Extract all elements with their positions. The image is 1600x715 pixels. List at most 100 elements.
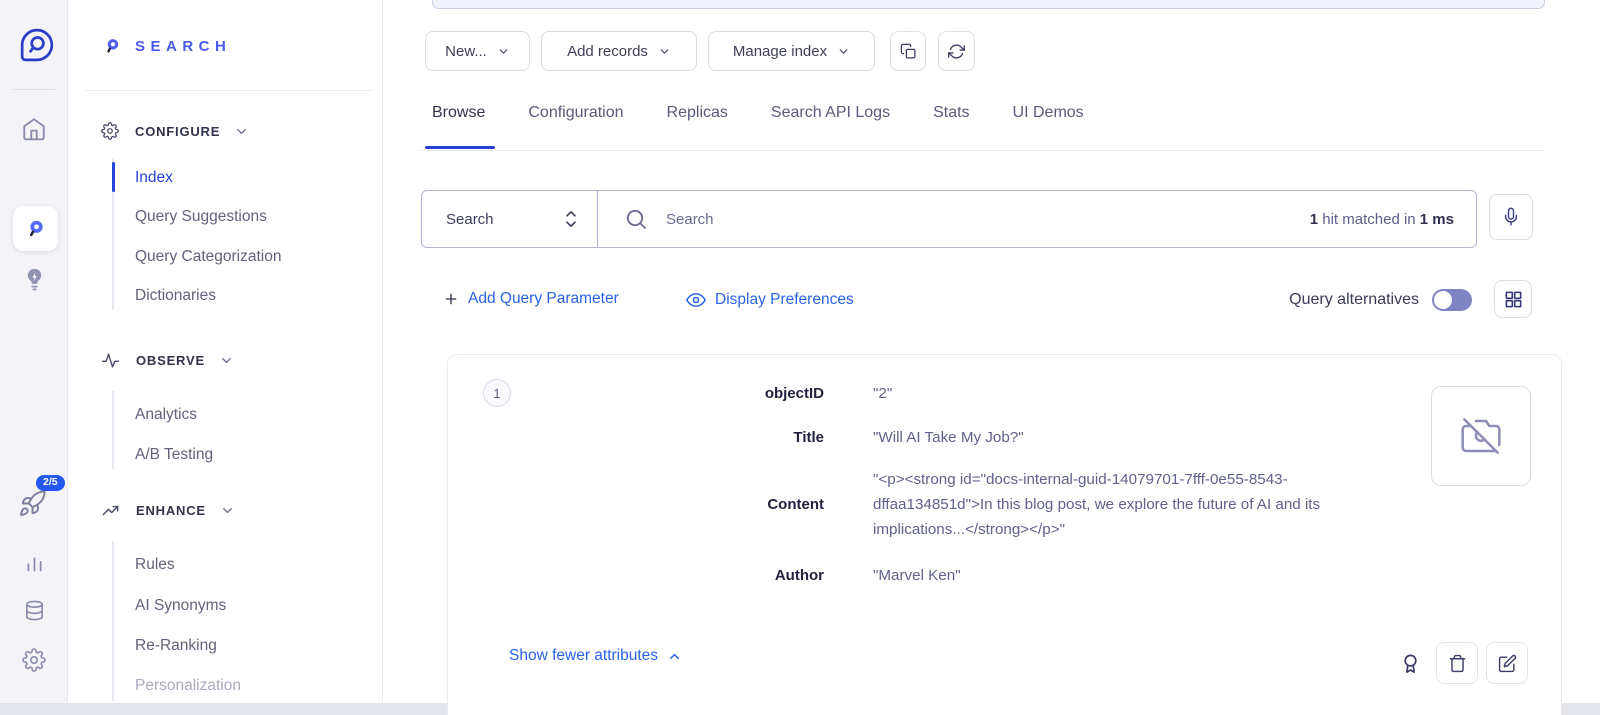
attribute-row: objectID "2": [448, 381, 1396, 406]
eye-icon: [686, 290, 706, 310]
rail-divider: [13, 89, 55, 90]
section-configure[interactable]: CONFIGURE: [101, 120, 249, 142]
tab-browse[interactable]: Browse: [432, 104, 485, 122]
icon-rail: 2/5: [0, 0, 68, 715]
attribute-key: Title: [448, 425, 824, 450]
enhance-icon: [101, 501, 120, 520]
query-alternatives-toggle[interactable]: [1432, 289, 1472, 311]
sidebar-item-query-categorization[interactable]: Query Categorization: [135, 245, 281, 269]
select-chevrons-icon: [563, 209, 579, 229]
manage-index-label: Manage index: [733, 43, 827, 60]
hits-count: 1: [1310, 211, 1318, 228]
data-icon[interactable]: [23, 598, 46, 623]
sidebar-item-ai-synonyms[interactable]: AI Synonyms: [135, 594, 226, 618]
grid-icon: [1504, 290, 1523, 309]
manage-index-button[interactable]: Manage index: [708, 31, 875, 71]
new-button[interactable]: New...: [425, 31, 530, 71]
tabs-divider: [421, 150, 1545, 151]
hits-stat: 1 hit matched in 1 ms: [1310, 211, 1454, 228]
delete-record-button[interactable]: [1436, 642, 1478, 684]
attribute-row: Content "<p><strong id="docs-internal-gu…: [448, 467, 1396, 542]
home-icon[interactable]: [21, 116, 47, 142]
hits-time: 1 ms: [1420, 211, 1454, 228]
copy-button[interactable]: [890, 31, 926, 71]
scope-label: Search: [446, 211, 563, 228]
trash-icon: [1448, 654, 1467, 673]
record-actions: [1399, 642, 1528, 684]
edit-icon: [1498, 654, 1517, 673]
sidebar-item-re-ranking[interactable]: Re-Ranking: [135, 634, 217, 658]
chevron-down-icon: [837, 45, 850, 58]
product-title: SEARCH: [135, 38, 231, 55]
hits-text: hit matched in: [1318, 211, 1420, 228]
tab-search-api-logs[interactable]: Search API Logs: [771, 104, 890, 122]
nav-rule: [112, 391, 114, 469]
hit-card: 1 objectID "2" Title "Will AI Take My Jo…: [447, 354, 1562, 715]
add-records-button[interactable]: Add records: [541, 31, 697, 71]
chevron-down-icon: [497, 45, 510, 58]
sidebar-item-personalization[interactable]: Personalization: [135, 674, 241, 698]
attribute-row: Title "Will AI Take My Job?": [448, 425, 1396, 450]
sidebar-item-index[interactable]: Index: [135, 166, 173, 190]
sidebar-item-analytics[interactable]: Analytics: [135, 403, 197, 427]
analytics-rail-icon[interactable]: [24, 553, 45, 574]
refresh-button[interactable]: [938, 31, 975, 71]
tab-stats[interactable]: Stats: [933, 104, 969, 122]
sidebar-item-rules[interactable]: Rules: [135, 553, 175, 577]
observe-icon: [101, 351, 120, 370]
tab-ui-demos[interactable]: UI Demos: [1013, 104, 1084, 122]
section-label: CONFIGURE: [135, 124, 220, 139]
toggle-knob: [1434, 291, 1452, 309]
section-enhance[interactable]: ENHANCE: [101, 499, 235, 521]
promote-record-button[interactable]: [1399, 652, 1422, 675]
search-input[interactable]: [666, 211, 1310, 228]
show-fewer-attributes-label: Show fewer attributes: [509, 647, 658, 665]
settings-icon[interactable]: [22, 648, 46, 672]
chevron-down-icon: [219, 353, 234, 368]
rocket-icon[interactable]: [18, 489, 47, 518]
main-content: New... Add records Manage index Browse: [383, 0, 1600, 715]
display-preferences-link[interactable]: Display Preferences: [686, 290, 854, 310]
layout-grid-button[interactable]: [1494, 280, 1532, 318]
section-observe[interactable]: OBSERVE: [101, 349, 234, 371]
algolia-dashboard: 2/5: [0, 0, 1600, 715]
chevron-up-icon: [667, 649, 682, 664]
camera-off-icon: [1461, 416, 1501, 456]
section-label: ENHANCE: [136, 503, 206, 518]
display-preferences-label: Display Preferences: [715, 291, 854, 309]
attribute-key: Content: [448, 492, 824, 517]
active-tab-underline: [425, 146, 495, 149]
add-query-parameter-link[interactable]: Add Query Parameter: [443, 290, 619, 308]
tab-configuration[interactable]: Configuration: [528, 104, 623, 122]
query-alternatives-control: Query alternatives: [1289, 289, 1472, 311]
new-button-label: New...: [445, 43, 487, 60]
attribute-value: "Marvel Ken": [873, 563, 1396, 588]
attribute-value: "2": [873, 381, 1396, 406]
voice-search-button[interactable]: [1489, 194, 1533, 240]
chevron-down-icon: [658, 45, 671, 58]
nav-rule: [112, 541, 114, 701]
search-rail-icon: [23, 216, 49, 242]
recommend-icon[interactable]: [22, 266, 47, 293]
section-label: OBSERVE: [136, 353, 205, 368]
algolia-logo[interactable]: [19, 27, 55, 63]
sidebar-item-query-suggestions[interactable]: Query Suggestions: [135, 205, 267, 229]
attribute-value: "<p><strong id="docs-internal-guid-14079…: [873, 467, 1396, 542]
edit-record-button[interactable]: [1486, 642, 1528, 684]
sidebar-item-dictionaries[interactable]: Dictionaries: [135, 284, 216, 308]
add-query-parameter-label: Add Query Parameter: [468, 290, 619, 308]
query-parameter-row: Add Query Parameter Display Preferences …: [383, 282, 1600, 320]
search-scope-select[interactable]: Search: [422, 191, 598, 247]
plus-icon: [443, 291, 459, 307]
sidebar-item-ab-testing[interactable]: A/B Testing: [135, 443, 213, 467]
award-icon: [1399, 652, 1422, 675]
tab-replicas[interactable]: Replicas: [667, 104, 728, 122]
sidebar-divider: [85, 90, 374, 91]
show-fewer-attributes-link[interactable]: Show fewer attributes: [509, 647, 682, 665]
search-product-icon: [102, 36, 123, 57]
chevron-down-icon: [220, 503, 235, 518]
copy-icon: [900, 43, 917, 60]
search-nav-active[interactable]: [13, 206, 58, 251]
add-records-label: Add records: [567, 43, 648, 60]
image-placeholder: [1431, 386, 1531, 486]
